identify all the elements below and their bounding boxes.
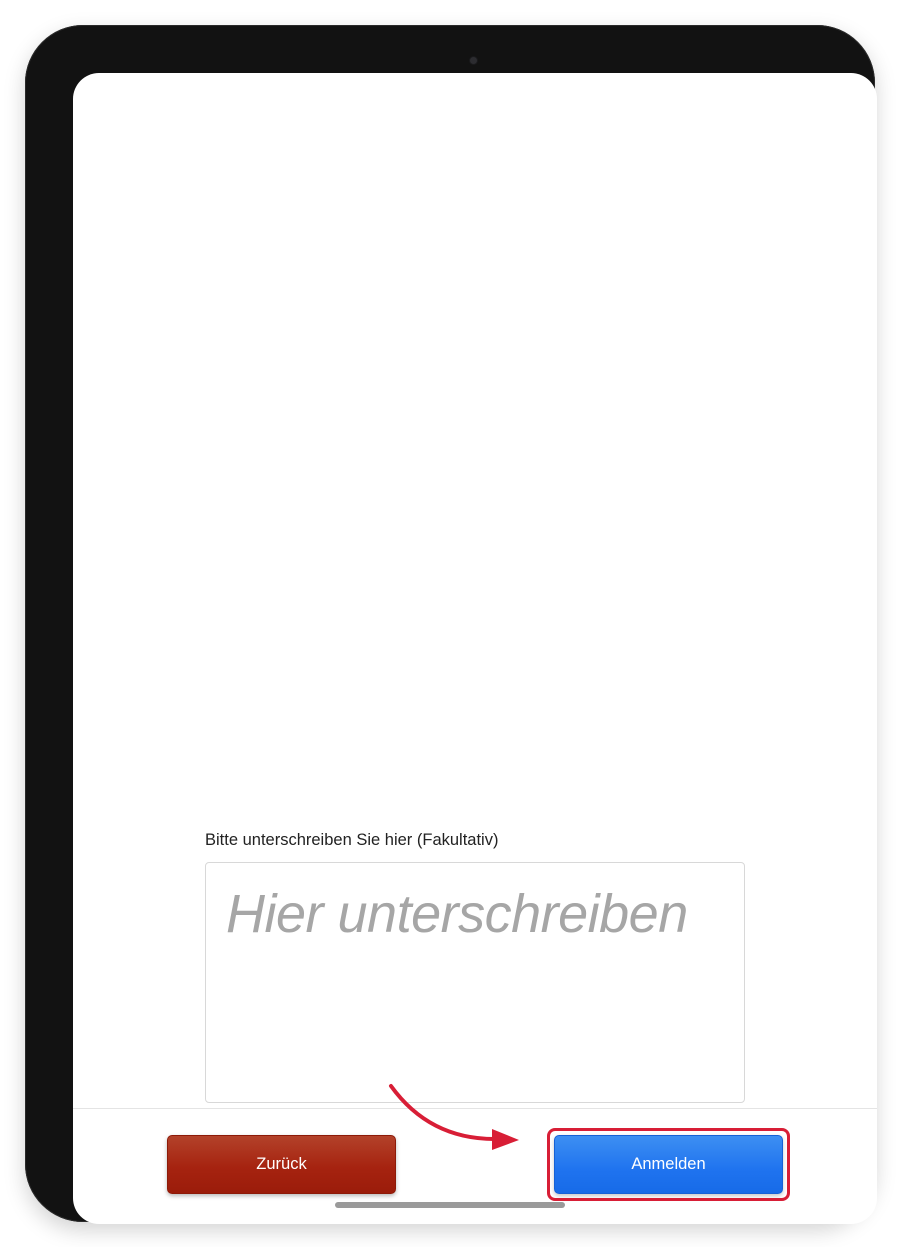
home-indicator bbox=[335, 1202, 565, 1208]
stage: Bitte unterschreiben Sie hier (Fakultati… bbox=[0, 0, 900, 1247]
camera-icon bbox=[470, 57, 477, 64]
back-button[interactable]: Zurück bbox=[167, 1135, 396, 1194]
signature-placeholder: Hier unterschreiben bbox=[226, 884, 688, 944]
screen: Bitte unterschreiben Sie hier (Fakultati… bbox=[73, 73, 877, 1224]
login-button[interactable]: Anmelden bbox=[554, 1135, 783, 1194]
footer-divider bbox=[73, 1108, 877, 1109]
signature-label: Bitte unterschreiben Sie hier (Fakultati… bbox=[205, 831, 499, 849]
signature-pad[interactable]: Hier unterschreiben bbox=[205, 862, 745, 1103]
tablet-frame: Bitte unterschreiben Sie hier (Fakultati… bbox=[25, 25, 877, 1224]
